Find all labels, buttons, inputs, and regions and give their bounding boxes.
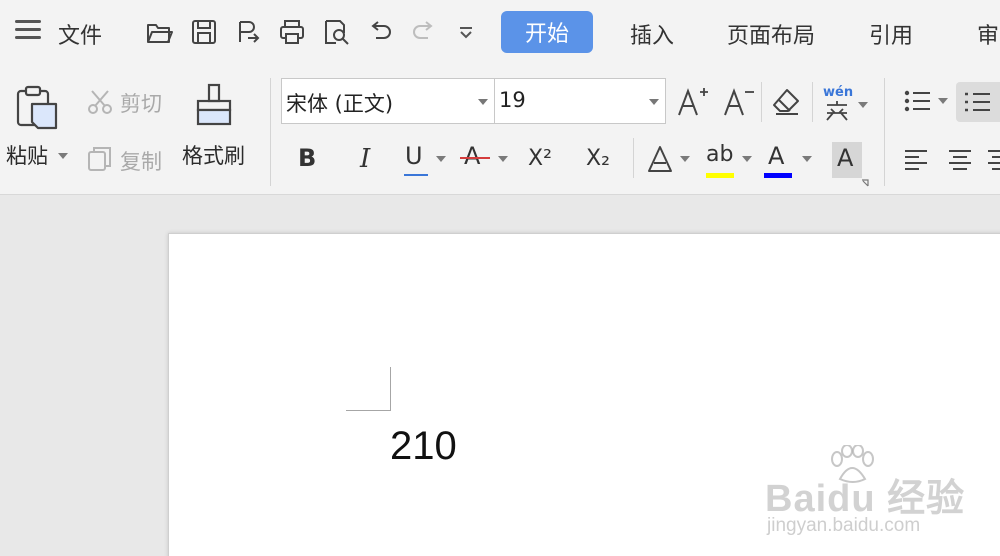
chevron-down-icon <box>649 99 659 105</box>
bold-button[interactable]: B <box>298 144 316 172</box>
font-dialog-launcher-icon[interactable] <box>860 178 870 188</box>
eraser-icon[interactable] <box>770 86 802 118</box>
file-menu[interactable]: 文件 <box>58 18 102 50</box>
phonetic-guide-button[interactable]: wén <box>820 82 868 124</box>
highlight-label: ab <box>706 142 734 167</box>
character-shading-label: A <box>837 144 854 172</box>
cut-icon <box>88 90 112 114</box>
grow-font-button[interactable] <box>676 84 710 120</box>
watermark-url: jingyan.baidu.com <box>767 515 921 536</box>
export-icon[interactable] <box>234 18 262 46</box>
numbered-list-icon <box>965 92 990 112</box>
cut-button[interactable]: 剪切 <box>120 88 162 118</box>
document-text[interactable]: 210 <box>390 424 457 469</box>
superscript-button[interactable]: X² <box>528 146 552 171</box>
format-painter-label: 格式刷 <box>182 144 245 168</box>
font-size-value: 19 <box>499 88 526 112</box>
open-icon[interactable] <box>145 18 173 46</box>
chevron-down-icon <box>858 102 868 108</box>
text-effect-icon <box>648 146 672 172</box>
character-shading-button[interactable]: A <box>832 142 862 178</box>
align-center-icon[interactable] <box>946 146 974 174</box>
subscript-button[interactable]: X₂ <box>586 146 610 171</box>
italic-button[interactable]: I <box>360 144 370 174</box>
tab-insert[interactable]: 插入 <box>630 18 674 50</box>
shrink-font-button[interactable] <box>722 84 756 120</box>
print-icon[interactable] <box>278 18 306 46</box>
font-size-select[interactable]: 19 <box>494 78 666 124</box>
divider <box>633 138 634 178</box>
chevron-down-icon <box>742 156 752 162</box>
shrink-font-icon <box>724 88 754 116</box>
highlight-color-bar <box>706 173 734 178</box>
chevron-down-icon <box>436 156 446 162</box>
font-name-value: 宋体 (正文) <box>286 92 394 116</box>
highlight-button[interactable]: ab <box>704 142 754 182</box>
font-color-button[interactable]: A <box>764 142 814 182</box>
chevron-down-icon <box>802 156 812 162</box>
divider <box>884 78 885 186</box>
align-left-icon[interactable] <box>902 146 930 174</box>
strikethrough-button[interactable]: A <box>460 142 510 180</box>
chevron-down-icon <box>938 98 948 104</box>
copy-icon <box>88 147 111 171</box>
paste-icon <box>16 85 58 130</box>
grow-font-icon <box>678 88 708 116</box>
paste-label: 粘贴 <box>6 144 48 168</box>
font-color-label: A <box>768 142 785 170</box>
tab-references[interactable]: 引用 <box>869 18 913 50</box>
divider <box>761 82 762 122</box>
margin-corner-mark <box>346 410 391 411</box>
format-painter-icon <box>196 83 232 126</box>
menu-icon[interactable] <box>15 20 41 42</box>
format-painter-button[interactable]: 格式刷 <box>180 80 256 184</box>
baidu-watermark: Baidu 经验 jingyan.baidu.com <box>765 445 1000 545</box>
phonetic-label: wén <box>823 85 854 100</box>
strike-line <box>460 157 490 159</box>
underline-label: U <box>405 142 423 170</box>
undo-icon[interactable] <box>366 18 394 46</box>
tab-home[interactable]: 开始 <box>501 11 593 53</box>
text-effect-button[interactable] <box>644 142 692 180</box>
chevron-down-icon <box>478 99 488 105</box>
divider <box>270 78 271 186</box>
align-right-icon[interactable] <box>988 146 1000 174</box>
underline-button[interactable]: U <box>402 142 450 180</box>
wps-writer-window: 文件 开始 插入 页面布局 引用 审 粘贴 剪切 复制 格式刷 宋体 (正文) … <box>0 0 1000 556</box>
bullet-list-icon <box>904 90 930 112</box>
bullet-list-button[interactable] <box>900 84 952 120</box>
strikethrough-label: A <box>464 142 481 170</box>
tab-review[interactable]: 审 <box>977 18 999 50</box>
tab-page-layout[interactable]: 页面布局 <box>727 18 815 50</box>
font-color-bar <box>764 173 792 178</box>
divider <box>812 82 813 122</box>
menu-bar: 文件 开始 插入 页面布局 引用 审 <box>0 0 1000 66</box>
paste-button[interactable]: 粘贴 <box>4 80 70 184</box>
ribbon-toolbar: 粘贴 剪切 复制 格式刷 宋体 (正文) 19 wén B I U A X² X… <box>0 66 1000 195</box>
chevron-down-icon <box>680 156 690 162</box>
chevron-down-icon <box>498 156 508 162</box>
more-icon[interactable] <box>452 18 480 46</box>
numbered-list-button[interactable] <box>956 82 1000 122</box>
paste-dropdown-caret[interactable] <box>58 153 68 159</box>
phonetic-char-icon <box>826 101 848 121</box>
save-icon[interactable] <box>190 18 218 46</box>
print-preview-icon[interactable] <box>322 18 350 46</box>
copy-button[interactable]: 复制 <box>120 146 162 176</box>
font-name-select[interactable]: 宋体 (正文) <box>281 78 495 124</box>
margin-corner-mark <box>390 367 391 411</box>
underline-bar <box>404 174 428 176</box>
redo-icon[interactable] <box>410 18 438 46</box>
watermark-brand: Baidu 经验 <box>765 478 966 520</box>
